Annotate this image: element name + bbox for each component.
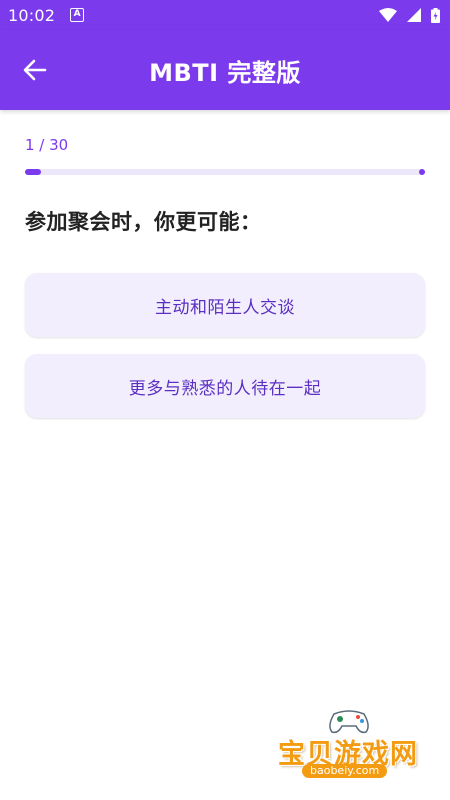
wifi-icon (379, 8, 397, 22)
notification-icon: A (70, 8, 85, 22)
back-button[interactable] (18, 56, 52, 84)
watermark-logo: 宝贝游戏网 baobeiy.com (272, 706, 422, 784)
progress-bar-fill (25, 169, 41, 175)
question-text: 参加聚会时，你更可能： (25, 210, 262, 234)
battery-icon (431, 7, 440, 23)
progress-bar (25, 169, 425, 175)
arrow-left-icon (23, 59, 47, 81)
option-button[interactable]: 更多与熟悉的人待在一起 (25, 354, 425, 418)
signal-icon (407, 8, 421, 22)
status-icons (379, 7, 440, 23)
watermark-subtitle: baobeiy.com (302, 764, 388, 778)
app-bar: MBTI 完整版 (0, 30, 450, 110)
progress-label: 1 / 30 (25, 136, 69, 154)
status-bar: 10:02 A (0, 0, 450, 30)
option-button[interactable]: 主动和陌生人交谈 (25, 273, 425, 337)
page-title: MBTI 完整版 (149, 58, 301, 87)
status-time: 10:02 (8, 5, 56, 25)
progress-bar-end (419, 169, 425, 175)
